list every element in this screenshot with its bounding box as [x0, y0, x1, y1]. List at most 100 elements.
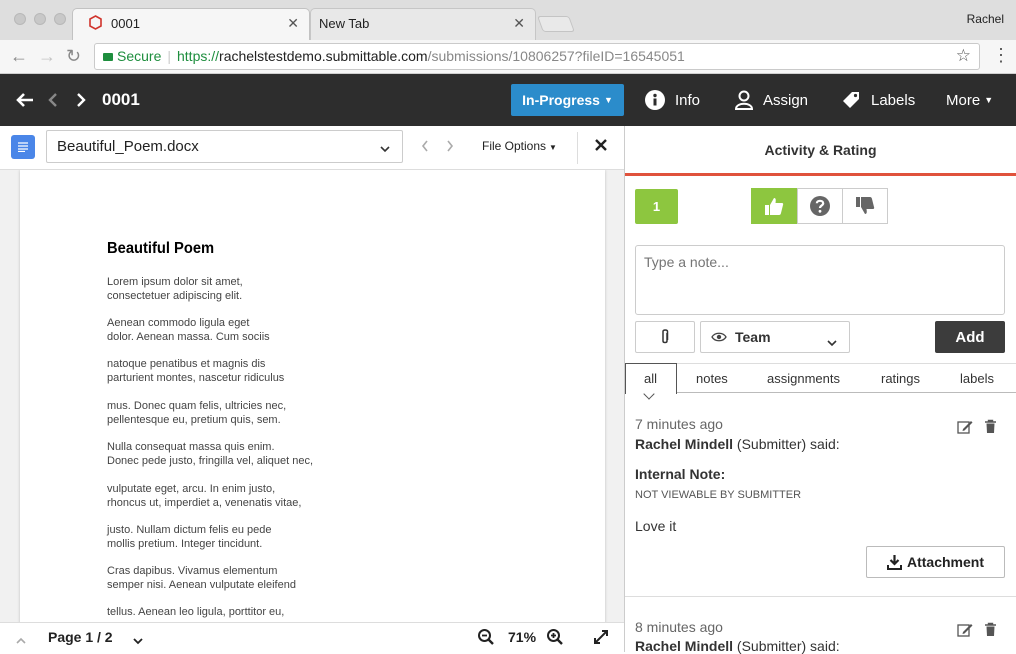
tab-notes[interactable]: notes [696, 371, 728, 386]
submission-id: 0001 [102, 90, 140, 109]
user-icon [735, 90, 753, 110]
file-viewer-toolbar: Beautiful_Poem.docx File Options ▼ [0, 126, 624, 170]
chevron-down-icon: ▼ [984, 95, 994, 105]
assign-button[interactable]: Assign [735, 74, 808, 126]
file-select[interactable]: Beautiful_Poem.docx [46, 130, 403, 163]
browser-tab-bar: 0001 ✕ New Tab ✕ Rachel [0, 0, 1016, 40]
document-viewer[interactable]: Beautiful Poem Lorem ipsum dolor sit ame… [0, 170, 624, 622]
rating-count-badge: 1 [635, 189, 678, 224]
thumbs-up-button[interactable] [751, 188, 797, 224]
chevron-down-icon [380, 140, 390, 157]
assign-label: Assign [763, 91, 809, 109]
back-arrow-icon[interactable]: ← [10, 46, 28, 67]
activity-role: (Submitter) said: [733, 436, 840, 452]
poem-stanza: tellus. Aenean leo ligula, porttitor eu, [107, 606, 285, 618]
document-icon[interactable] [11, 135, 35, 159]
chevron-down-icon [827, 334, 837, 350]
file-options-menu[interactable]: File Options ▼ [482, 139, 557, 153]
previous-submission-icon[interactable] [48, 74, 58, 126]
tab-title: New Tab [319, 16, 370, 31]
previous-file-icon[interactable] [421, 139, 429, 157]
tab-labels[interactable]: labels [960, 371, 994, 386]
unsure-rating-button[interactable] [797, 188, 843, 224]
labels-label: Labels [871, 91, 916, 109]
bookmark-star-icon[interactable]: ☆ [956, 46, 971, 66]
next-submission-icon[interactable] [76, 74, 86, 126]
next-file-icon[interactable] [446, 139, 454, 157]
poem-stanza: mus. Donec quam felis, ultricies nec, pe… [107, 400, 287, 426]
lock-icon [103, 53, 113, 61]
browser-tab-new[interactable]: New Tab ✕ [310, 8, 536, 40]
thumbs-up-icon [765, 198, 784, 215]
url-host: rachelstestdemo.submittable.com [219, 48, 428, 64]
window-minimize-button[interactable] [34, 13, 46, 25]
close-tab-icon[interactable]: ✕ [287, 15, 299, 32]
window-close-button[interactable] [14, 13, 26, 25]
note-input[interactable] [635, 245, 1005, 315]
document-page: Beautiful Poem Lorem ipsum dolor sit ame… [20, 170, 605, 622]
paperclip-icon [662, 329, 669, 344]
activity-author-line: Rachel Mindell (Submitter) said: [635, 436, 965, 452]
page-down-icon[interactable] [133, 632, 143, 650]
question-icon [810, 196, 830, 216]
more-menu-button[interactable]: More ▼ [946, 74, 993, 126]
note-type: Internal Note: [635, 466, 726, 482]
file-options-label: File Options [482, 139, 547, 153]
info-button[interactable]: Info [645, 74, 700, 126]
browser-tab-active[interactable]: 0001 ✕ [72, 8, 310, 40]
trash-icon[interactable] [984, 419, 997, 439]
info-icon [645, 90, 665, 110]
note-body: Love it [635, 518, 677, 534]
address-toolbar: ← → ↻ Secure | https://rachelstestdemo.sub… [0, 40, 1016, 74]
profile-name[interactable]: Rachel [967, 12, 1004, 26]
labels-button[interactable]: Labels [841, 74, 915, 126]
tab-all[interactable]: all [644, 371, 657, 386]
secure-label: Secure [117, 48, 162, 64]
back-to-list-icon[interactable] [16, 74, 34, 126]
edit-icon[interactable] [957, 419, 973, 440]
close-viewer-icon[interactable] [594, 138, 608, 157]
status-dropdown[interactable]: In-Progress ▼ [511, 84, 624, 116]
trash-icon[interactable] [984, 622, 997, 642]
close-tab-icon[interactable]: ✕ [513, 15, 525, 32]
add-note-button[interactable]: Add [935, 321, 1005, 353]
tag-icon [843, 92, 859, 108]
eye-icon [711, 332, 727, 342]
url-bar[interactable]: Secure | https://rachelstestdemo.submittab… [94, 43, 980, 70]
submittable-favicon-icon [89, 15, 102, 33]
attachment-download-button[interactable]: Attachment [866, 546, 1005, 578]
thumbs-down-button[interactable] [842, 188, 888, 224]
file-select-value: Beautiful_Poem.docx [57, 138, 199, 155]
viewer-footer: Page 1 / 2 71% [0, 622, 624, 652]
visibility-select[interactable]: Team [700, 321, 850, 353]
edit-icon[interactable] [957, 622, 973, 643]
activity-filter-tabs: all notes assignments ratings labels [625, 363, 1016, 400]
fullscreen-icon[interactable] [593, 629, 609, 650]
zoom-in-icon[interactable] [546, 628, 564, 651]
forward-arrow-icon[interactable]: → [38, 46, 56, 67]
url-path: /submissions/10806257?fileID=16545051 [427, 48, 685, 64]
download-icon [886, 555, 902, 570]
tab-assignments[interactable]: assignments [767, 371, 840, 386]
chevron-down-icon: ▼ [603, 95, 613, 105]
attach-file-button[interactable] [635, 321, 695, 353]
zoom-level: 71% [508, 629, 537, 645]
toolbar-divider [577, 132, 578, 164]
page-up-icon[interactable] [16, 632, 26, 650]
reload-icon[interactable]: ↻ [66, 46, 81, 67]
visibility-notice: NOT VIEWABLE BY SUBMITTER [635, 489, 802, 501]
activity-timestamp: 8 minutes ago [635, 619, 723, 635]
activity-timestamp: 7 minutes ago [635, 416, 723, 432]
tab-ratings[interactable]: ratings [881, 371, 920, 386]
poem-stanza: Cras dapibus. Vivamus elementum semper n… [107, 565, 296, 591]
new-tab-button[interactable] [537, 16, 575, 32]
chevron-down-icon: ▼ [549, 143, 557, 152]
window-zoom-button[interactable] [54, 13, 66, 25]
status-label: In-Progress [522, 92, 600, 108]
browser-menu-icon[interactable]: ⋮ [992, 45, 1010, 66]
zoom-out-icon[interactable] [477, 628, 495, 651]
document-title: Beautiful Poem [107, 240, 215, 257]
poem-stanza: natoque penatibus et magnis dis parturie… [107, 358, 285, 384]
poem-stanza: Aenean commodo ligula eget dolor. Aenean… [107, 317, 270, 343]
activity-divider [625, 596, 1016, 597]
